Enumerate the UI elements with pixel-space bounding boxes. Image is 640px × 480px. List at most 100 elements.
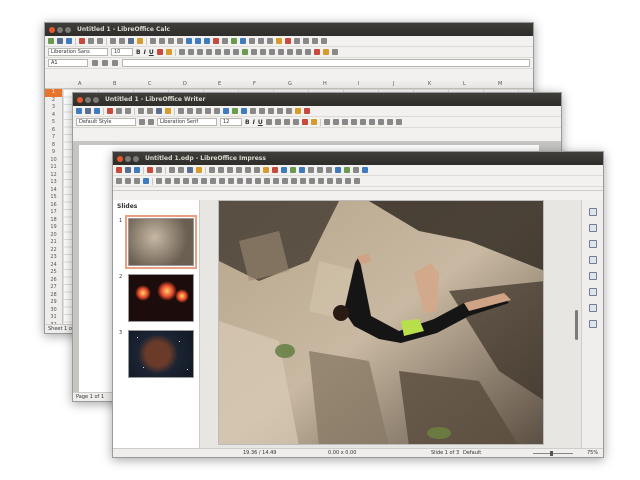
print-icon[interactable] bbox=[116, 108, 122, 114]
function-wizard-icon[interactable] bbox=[92, 60, 98, 66]
save-icon[interactable] bbox=[66, 38, 72, 44]
table-icon[interactable] bbox=[223, 108, 229, 114]
row-header[interactable]: 17 bbox=[45, 209, 62, 217]
hyperlink-icon[interactable] bbox=[326, 167, 332, 173]
print-preview-icon[interactable] bbox=[125, 108, 131, 114]
sort-descending-icon[interactable] bbox=[213, 38, 219, 44]
paragraph-style-box[interactable]: Default Style bbox=[76, 118, 136, 126]
headers-footers-icon[interactable] bbox=[285, 38, 291, 44]
filter-icon[interactable] bbox=[318, 178, 324, 184]
export-pdf-icon[interactable] bbox=[107, 108, 113, 114]
row-header[interactable]: 2 bbox=[45, 97, 62, 105]
track-changes-icon[interactable] bbox=[304, 108, 310, 114]
comment-icon[interactable] bbox=[295, 108, 301, 114]
decrease-indent-icon[interactable] bbox=[295, 49, 302, 55]
undo-icon[interactable] bbox=[150, 38, 156, 44]
climber-photo[interactable] bbox=[219, 201, 544, 445]
zoom-slider-handle[interactable] bbox=[550, 451, 553, 456]
media-icon[interactable] bbox=[308, 167, 314, 173]
open-folder-icon[interactable] bbox=[85, 108, 91, 114]
minimize-button[interactable] bbox=[125, 155, 131, 162]
sort-icon[interactable] bbox=[204, 38, 210, 44]
save-icon[interactable] bbox=[94, 108, 100, 114]
font-size-box[interactable]: 12 bbox=[220, 118, 242, 126]
background-color-icon[interactable] bbox=[322, 49, 329, 55]
justified-icon[interactable] bbox=[205, 49, 212, 55]
calc-titlebar[interactable]: Untitled 1 - LibreOffice Calc bbox=[45, 23, 533, 36]
font-size-box[interactable]: 10 bbox=[111, 48, 133, 56]
table-icon[interactable] bbox=[281, 167, 287, 173]
font-name-box[interactable]: Liberation Serif bbox=[157, 118, 217, 126]
row-header[interactable]: 23 bbox=[45, 254, 62, 262]
hyperlink-icon[interactable] bbox=[286, 108, 292, 114]
decrease-indent-icon[interactable] bbox=[350, 119, 357, 125]
copy-icon[interactable] bbox=[178, 167, 184, 173]
row-header[interactable]: 6 bbox=[45, 127, 62, 135]
chart-icon[interactable] bbox=[241, 108, 247, 114]
points-icon[interactable] bbox=[336, 178, 342, 184]
sum-icon[interactable] bbox=[102, 60, 108, 66]
number-format-icon[interactable] bbox=[259, 49, 266, 55]
flowchart-icon[interactable] bbox=[237, 178, 243, 184]
column-header[interactable]: A bbox=[78, 81, 81, 87]
slide-layout-icon[interactable] bbox=[362, 167, 368, 173]
zoom-slider[interactable] bbox=[533, 453, 573, 454]
master-slides-icon[interactable] bbox=[353, 167, 359, 173]
slide-preview-climber[interactable] bbox=[125, 215, 197, 269]
styles-icon[interactable] bbox=[588, 272, 597, 280]
block-arrows-icon[interactable] bbox=[228, 178, 234, 184]
clone-formatting-icon[interactable] bbox=[165, 108, 171, 114]
align-center-icon[interactable] bbox=[368, 119, 375, 125]
text-box-icon[interactable] bbox=[272, 167, 278, 173]
center-vertically-icon[interactable] bbox=[223, 49, 230, 55]
chart-icon[interactable] bbox=[299, 167, 305, 173]
highlighting-icon[interactable] bbox=[165, 49, 172, 55]
column-header[interactable]: F bbox=[253, 81, 256, 87]
new-style-icon[interactable] bbox=[148, 119, 154, 125]
page-break-icon[interactable] bbox=[259, 108, 265, 114]
row-header[interactable]: 25 bbox=[45, 269, 62, 277]
special-character-icon[interactable] bbox=[258, 38, 264, 44]
formula-icon[interactable] bbox=[112, 60, 118, 66]
row-header[interactable]: 1 bbox=[45, 89, 62, 97]
comment-icon[interactable] bbox=[276, 38, 282, 44]
display-views-icon[interactable] bbox=[335, 167, 341, 173]
close-button[interactable] bbox=[77, 96, 83, 103]
subscript-icon[interactable] bbox=[283, 119, 290, 125]
font-name-box[interactable]: Liberation Sans bbox=[48, 48, 108, 56]
row-header[interactable]: 7 bbox=[45, 134, 62, 142]
align-right-icon[interactable] bbox=[196, 49, 203, 55]
align-bottom-icon[interactable] bbox=[232, 49, 239, 55]
export-pdf-icon[interactable] bbox=[79, 38, 85, 44]
bold-button[interactable]: B bbox=[245, 119, 250, 126]
cut-icon[interactable] bbox=[169, 167, 175, 173]
row-header[interactable]: 21 bbox=[45, 239, 62, 247]
redo-icon[interactable] bbox=[218, 167, 224, 173]
delete-decimal-icon[interactable] bbox=[277, 49, 284, 55]
row-header[interactable]: 22 bbox=[45, 247, 62, 255]
column-header[interactable]: M bbox=[498, 81, 502, 87]
vertical-scrollbar[interactable] bbox=[574, 200, 580, 448]
open-folder-icon[interactable] bbox=[57, 38, 63, 44]
name-box[interactable]: A1 bbox=[48, 59, 88, 67]
arrange-icon[interactable] bbox=[291, 178, 297, 184]
column-header[interactable]: B bbox=[113, 81, 116, 87]
bullets-icon[interactable] bbox=[323, 119, 330, 125]
underline-button[interactable]: U bbox=[149, 49, 154, 56]
row-header[interactable]: 29 bbox=[45, 299, 62, 307]
redo-icon[interactable] bbox=[159, 38, 165, 44]
start-slideshow-icon[interactable] bbox=[344, 167, 350, 173]
align-objects-icon[interactable] bbox=[282, 178, 288, 184]
writer-titlebar[interactable]: Untitled 1 - LibreOffice Writer bbox=[73, 93, 561, 106]
row-header[interactable]: 20 bbox=[45, 232, 62, 240]
bold-button[interactable]: B bbox=[136, 49, 141, 56]
undo-icon[interactable] bbox=[178, 108, 184, 114]
image-icon[interactable] bbox=[232, 108, 238, 114]
row-header[interactable]: 11 bbox=[45, 164, 62, 172]
scrollbar-thumb[interactable] bbox=[575, 310, 578, 340]
grid-icon[interactable] bbox=[245, 167, 251, 173]
row-header[interactable]: 10 bbox=[45, 157, 62, 165]
find-replace-icon[interactable] bbox=[168, 38, 174, 44]
freeze-rows-icon[interactable] bbox=[303, 38, 309, 44]
font-color-icon[interactable] bbox=[301, 119, 308, 125]
